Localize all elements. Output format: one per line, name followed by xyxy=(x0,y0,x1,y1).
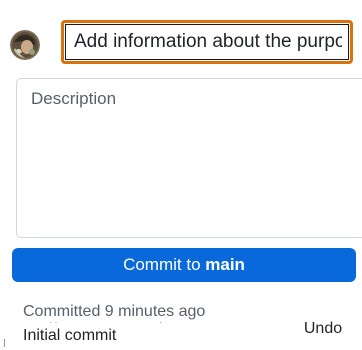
commit-summary-input[interactable] xyxy=(61,20,353,64)
commit-panel: Commit to main Committed 9 minutes ago ·… xyxy=(0,0,362,350)
scroll-edge-mark xyxy=(4,339,5,347)
dotted-separator-icon: · xyxy=(159,317,162,327)
dotted-separator-icon: · · xyxy=(49,317,58,327)
commit-button-branch: main xyxy=(205,255,245,274)
last-commit-message: Initial commit xyxy=(23,327,117,344)
undo-commit-button[interactable]: Undo xyxy=(292,314,354,344)
commit-description-textarea[interactable] xyxy=(16,78,362,238)
commit-button[interactable]: Commit to main xyxy=(12,248,356,282)
user-avatar-icon xyxy=(10,30,40,60)
commit-button-prefix: Commit to xyxy=(123,255,206,274)
